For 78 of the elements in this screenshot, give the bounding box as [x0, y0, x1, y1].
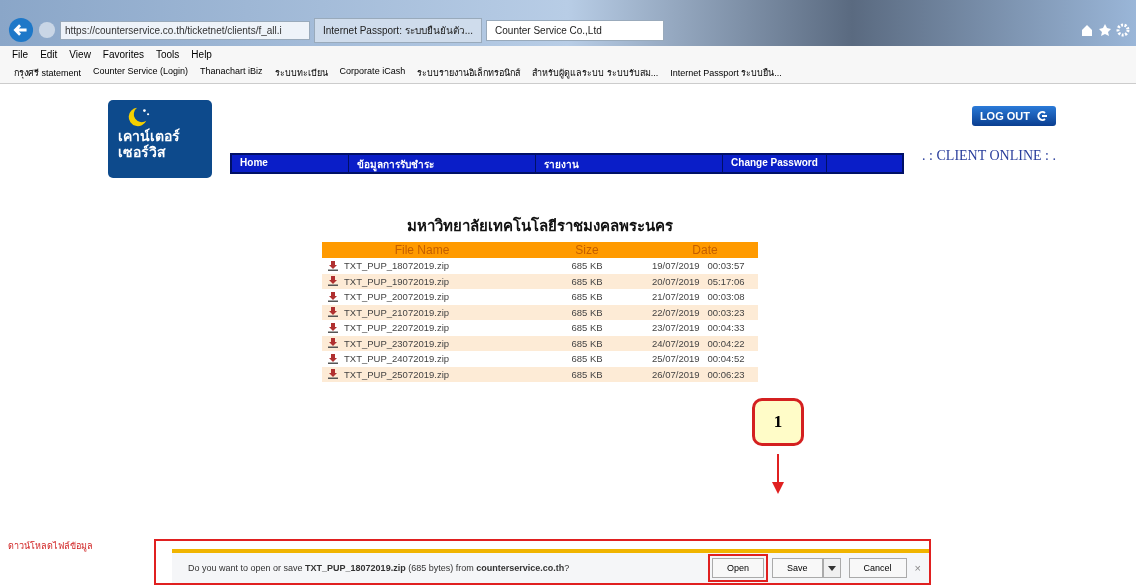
menu-item[interactable]: File [12, 49, 29, 60]
logo-text: เซอร์วิส [118, 144, 166, 160]
favorite-link[interactable]: ระบบทะเบียน [274, 66, 328, 80]
download-message: Do you want to open or save TXT_PUP_18072019.zip (685 bytes) from counterservice.co.th? [188, 563, 571, 573]
browser-tab[interactable]: Counter Service Co.,Ltd [486, 19, 665, 41]
favorite-link[interactable]: Internet Passport ระบบยืน... [670, 66, 782, 80]
table-cell: 25/07/2019 [652, 353, 700, 365]
column-header: Size [574, 243, 600, 257]
star-icon[interactable] [1098, 23, 1112, 37]
nav-item[interactable]: รายงาน [536, 155, 724, 172]
table-cell-text: 685 KB [570, 291, 604, 303]
favorite-link[interactable]: กรุงศรี statement [14, 66, 82, 80]
column-header: File Name [393, 243, 451, 257]
table-cell: 00:04:33 [707, 322, 745, 334]
table-cell-text: 685 KB [570, 322, 604, 334]
file-link[interactable]: TXT_PUP_20072019.zip [344, 291, 450, 303]
download-icon[interactable] [328, 369, 338, 380]
file-link[interactable]: TXT_PUP_24072019.zip [344, 353, 450, 365]
table-cell: 22/07/2019 [652, 306, 700, 318]
table-cell: 23/07/2019 [652, 322, 700, 334]
nav-item[interactable]: ข้อมูลการรับชำระ [349, 155, 537, 172]
table-cell-text: 685 KB [570, 306, 604, 318]
table-cell-text: 685 KB [570, 275, 604, 287]
close-button[interactable]: × [914, 562, 921, 574]
table-cell: 05:17:06 [707, 275, 745, 287]
download-icon[interactable] [328, 260, 338, 271]
menu-item[interactable]: Edit [40, 49, 58, 60]
nav-item[interactable]: Change Password [723, 155, 827, 172]
cancel-button[interactable]: Cancel [848, 558, 907, 578]
table-cell: 26/07/2019 [652, 368, 700, 380]
favorite-link[interactable]: Counter Service (Login) [93, 66, 189, 80]
address-bar[interactable]: https://counterservice.co.th/ticketnet/clients/f_all.i [60, 20, 310, 40]
save-button[interactable]: Save [772, 558, 823, 578]
client-online-label: . : CLIENT ONLINE : . [922, 148, 1056, 164]
file-link[interactable]: TXT_PUP_19072019.zip [344, 275, 450, 287]
download-icon[interactable] [328, 338, 338, 349]
favorite-link[interactable]: Thanachart iBiz [200, 66, 263, 80]
logo-text: เคาน์เตอร์ [118, 128, 180, 144]
file-link[interactable]: TXT_PUP_25072019.zip [344, 368, 450, 380]
note-text: ดาวน์โหลดไฟล์ข้อมูล [8, 540, 93, 553]
download-icon[interactable] [328, 276, 338, 287]
table-cell: 00:03:57 [707, 260, 745, 272]
file-link[interactable]: TXT_PUP_21072019.zip [344, 306, 450, 318]
table-cell: 21/07/2019 [652, 291, 700, 303]
download-icon[interactable] [328, 307, 338, 318]
table-cell: 00:06:23 [707, 368, 745, 380]
table-cell: 20/07/2019 [652, 275, 700, 287]
menu-item[interactable]: Tools [156, 49, 180, 60]
callout-bubble: 1 [752, 398, 804, 446]
table-cell: 19/07/2019 [652, 260, 700, 272]
table-cell-text: 685 KB [570, 337, 604, 349]
file-link[interactable]: TXT_PUP_23072019.zip [344, 337, 450, 349]
favorite-link[interactable]: สำหรับผู้ดูแลระบบ ระบบรับสม... [532, 66, 659, 80]
download-icon[interactable] [328, 291, 338, 302]
table-cell: 00:03:08 [707, 291, 745, 303]
table-cell: 00:04:52 [707, 353, 745, 365]
browser-tab[interactable]: Internet Passport: ระบบยืนยันตัว... [314, 17, 483, 43]
file-link[interactable]: TXT_PUP_22072019.zip [344, 322, 450, 334]
table-cell: 24/07/2019 [652, 337, 700, 349]
download-icon[interactable] [328, 353, 338, 364]
download-icon[interactable] [328, 322, 338, 333]
table-cell: 00:03:23 [707, 306, 745, 318]
favorite-link[interactable]: ระบบรายงานอิเล็กทรอนิกส์ [417, 66, 521, 80]
menu-item[interactable]: View [69, 49, 91, 60]
file-link[interactable]: TXT_PUP_18072019.zip [344, 260, 450, 272]
table-cell-text: 685 KB [570, 353, 604, 365]
logout-button[interactable]: LOG OUT [971, 106, 1056, 126]
menu-item[interactable]: Help [191, 49, 212, 60]
back-icon[interactable] [8, 17, 34, 43]
menu-item[interactable]: Favorites [102, 49, 144, 60]
logout-icon[interactable] [1036, 110, 1048, 122]
table-cell: 00:04:22 [707, 337, 745, 349]
table-title: มหาวิทยาลัยเทคโนโลยีราชมงคลพระนคร [406, 216, 674, 236]
nav-item[interactable]: Home [232, 155, 350, 172]
column-header: Date [691, 243, 719, 257]
favorite-link[interactable]: Corporate iCash [339, 66, 406, 80]
table-cell-text: 685 KB [570, 368, 604, 380]
table-cell-text: 685 KB [570, 260, 604, 272]
